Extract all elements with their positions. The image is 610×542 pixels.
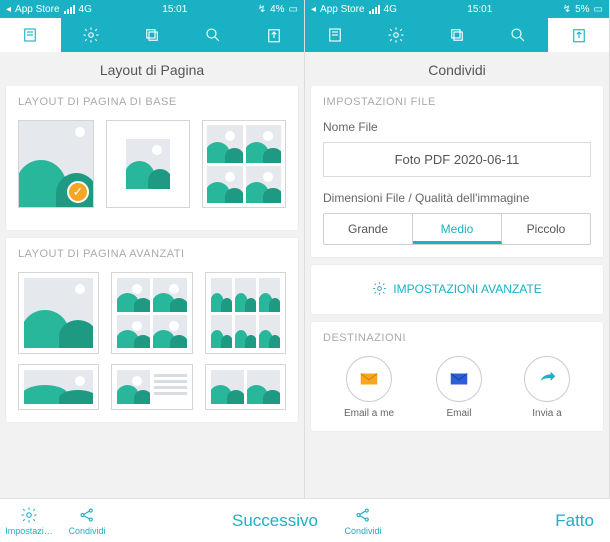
search-icon [204,26,222,44]
filename-input[interactable] [323,142,591,177]
bottom-tab-share[interactable]: Condividi [58,506,116,536]
dest-send-to[interactable]: Invia a [524,356,570,419]
layout-adv-2[interactable] [111,272,192,354]
signal-icon [64,5,75,14]
toolbar-layout[interactable] [305,18,366,52]
export-icon [570,26,588,44]
signal-icon [369,5,380,14]
dest-label: Invia a [532,408,561,419]
gear-icon [387,26,405,44]
quality-medium[interactable]: Medio [413,214,502,244]
battery-icon: ▭ [594,4,603,15]
bottom-tab-label: Condividi [68,526,105,536]
advanced-layouts-card: LAYOUT DI PAGINA AVANZATI [6,238,298,422]
status-battery: 5% [575,4,589,15]
quality-large[interactable]: Grande [324,214,413,244]
quality-small[interactable]: Piccolo [502,214,590,244]
search-icon [509,26,527,44]
status-net: 4G [384,4,397,15]
filename-label: Nome File [323,120,591,134]
copies-icon [143,26,161,44]
advanced-settings-label: IMPOSTAZIONI AVANZATE [393,282,541,296]
basic-layouts-card: LAYOUT DI PAGINA DI BASE ✓ [6,86,298,230]
dest-label: Email [446,408,471,419]
bottom-tab-label: Impostazi… [5,526,53,536]
status-bar: ◂ App Store 4G 15:01 ↯ 5% ▭ [305,0,609,18]
bottom-tab-label: Condividi [344,526,381,536]
dest-label: Email a me [344,408,394,419]
toolbar-export[interactable] [548,18,609,52]
bottom-bar: Impostazi… Condividi Successivo Condivid… [0,498,610,542]
toolbar-search[interactable] [487,18,548,52]
destinations-card: DESTINAZIONI Email a me Email [311,322,603,431]
page-title: Condividi [305,52,609,86]
advanced-layouts-header: LAYOUT DI PAGINA AVANZATI [18,248,286,260]
toolbar-settings[interactable] [61,18,122,52]
status-time: 15:01 [162,4,187,15]
screen-layout: ◂ App Store 4G 15:01 ↯ 4% ▭ [0,0,305,498]
share-arrow-icon [536,368,558,390]
lightning-icon: ↯ [563,4,571,15]
envelope-icon [358,368,380,390]
layout-grid-2x2[interactable] [202,120,286,208]
status-back[interactable]: App Store [320,4,364,15]
toolbar-export[interactable] [243,18,304,52]
check-icon: ✓ [67,181,89,203]
page-title: Layout di Pagina [0,52,304,86]
file-settings-card: IMPOSTAZIONI FILE Nome File Dimensioni F… [311,86,603,257]
toolbar-settings[interactable] [366,18,427,52]
layout-adv-1[interactable] [18,272,99,354]
advanced-settings-link-card[interactable]: IMPOSTAZIONI AVANZATE [311,265,603,314]
copies-icon [448,26,466,44]
layout-adv-4[interactable] [18,364,99,410]
layout-single-center[interactable] [106,120,190,208]
status-net: 4G [79,4,92,15]
gear-icon [372,281,387,296]
bottom-tab-share-right[interactable]: Condividi [334,506,392,536]
bottom-primary-done[interactable]: Fatto [392,511,610,531]
toolbar-search[interactable] [182,18,243,52]
quality-label: Dimensioni File / Qualità dell'immagine [323,191,591,205]
file-settings-header: IMPOSTAZIONI FILE [323,96,591,108]
top-toolbar [305,18,609,52]
layout-adv-6[interactable] [205,364,286,410]
destinations-header: DESTINAZIONI [323,332,591,344]
toolbar-layout[interactable] [0,18,61,52]
toolbar-copies[interactable] [122,18,183,52]
envelope-icon [448,368,470,390]
layout-adv-3[interactable] [205,272,286,354]
lightning-icon: ↯ [258,4,266,15]
status-time: 15:01 [467,4,492,15]
layout-full-page[interactable]: ✓ [18,120,94,208]
status-bar: ◂ App Store 4G 15:01 ↯ 4% ▭ [0,0,304,18]
dest-email[interactable]: Email [436,356,482,419]
gear-icon [82,26,100,44]
back-chevron-icon[interactable]: ◂ [6,4,11,15]
quality-segmented: Grande Medio Piccolo [323,213,591,245]
bottom-primary-next[interactable]: Successivo [116,511,334,531]
dest-email-me[interactable]: Email a me [344,356,394,419]
status-back[interactable]: App Store [15,4,59,15]
battery-icon: ▭ [289,4,298,15]
toolbar-copies[interactable] [427,18,488,52]
bottom-tab-settings[interactable]: Impostazi… [0,506,58,536]
share-nodes-icon [354,506,372,524]
layout-adv-5[interactable] [111,364,192,410]
screen-share: ◂ App Store 4G 15:01 ↯ 5% ▭ [305,0,610,498]
back-chevron-icon[interactable]: ◂ [311,4,316,15]
status-battery: 4% [270,4,284,15]
top-toolbar [0,18,304,52]
export-icon [265,26,283,44]
share-nodes-icon [78,506,96,524]
page-icon [21,26,39,44]
gear-icon [20,506,38,524]
page-icon [326,26,344,44]
basic-layouts-header: LAYOUT DI PAGINA DI BASE [18,96,286,108]
